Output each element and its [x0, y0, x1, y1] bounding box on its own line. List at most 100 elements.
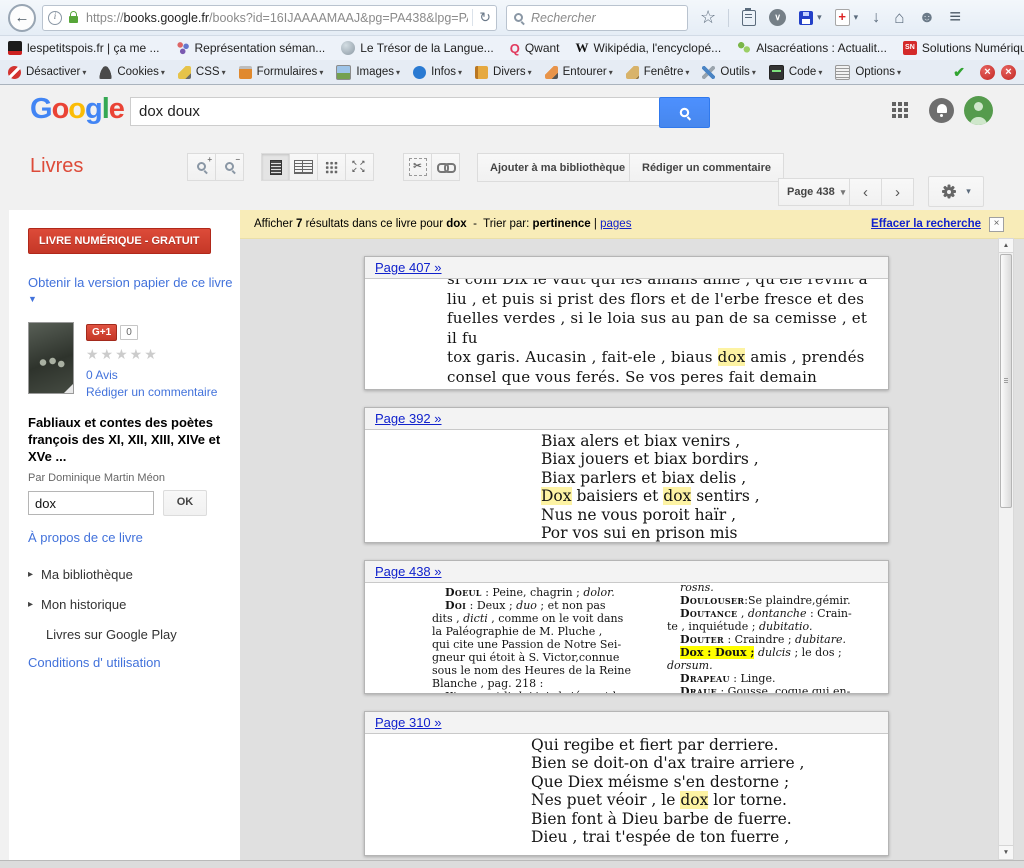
bookmark-item[interactable]: Le Trésor de la Langue...: [341, 41, 493, 55]
js-errors-icon[interactable]: ×: [1001, 65, 1016, 80]
vertical-scrollbar[interactable]: ▲ ▼: [998, 238, 1014, 860]
search-in-book-ok-button[interactable]: OK: [163, 490, 207, 516]
previous-page-button[interactable]: ‹: [849, 178, 882, 206]
account-avatar[interactable]: [964, 96, 993, 125]
toolbar-separator: [728, 9, 729, 27]
feedback-smiley-icon[interactable]: ☻: [918, 9, 935, 27]
fullscreen-button[interactable]: ↖↗↙↘: [345, 153, 374, 181]
bookmark-item[interactable]: QQwant: [510, 41, 560, 56]
close-notice-button[interactable]: ×: [989, 217, 1004, 232]
add-to-library-button[interactable]: Ajouter à ma bibliothèque: [477, 153, 638, 182]
search-in-book-input[interactable]: [28, 491, 154, 515]
devtoolbar-menu-cookies[interactable]: Cookies▾: [99, 66, 165, 79]
google-apps-grid-icon[interactable]: [892, 102, 910, 120]
rating-stars[interactable]: ★★★★★: [86, 346, 217, 363]
google-search-input[interactable]: dox doux: [130, 97, 661, 126]
devtoolbar-menu-entourer[interactable]: Entourer▾: [545, 66, 613, 79]
url-bar[interactable]: https://books.google.fr/books?id=16IJAAA…: [42, 5, 497, 31]
free-ebook-button[interactable]: LIVRE NUMÉRIQUE - GRATUIT: [28, 228, 211, 254]
zoom-in-button[interactable]: +: [187, 153, 216, 181]
sidebar-item-label: Ma bibliothèque: [41, 567, 133, 582]
clip-link-group: ✂: [404, 153, 460, 181]
sidebar-item-google-play[interactable]: Livres sur Google Play: [46, 627, 240, 642]
sidebar-item-my-library[interactable]: ▸ Ma bibliothèque: [28, 567, 240, 582]
validation-check-icon[interactable]: ✔: [953, 64, 965, 81]
devtoolbar-menu-code[interactable]: Code▾: [769, 65, 823, 80]
web-developer-toolbar: Désactiver▾ Cookies▾ CSS▾ Formulaires▾ Image…: [0, 60, 1024, 85]
scroll-up-arrow[interactable]: ▲: [999, 239, 1013, 253]
get-print-version-link[interactable]: Obtenir la version papier de ce livre ▼: [28, 275, 240, 305]
result-page-link[interactable]: Page 310 »: [375, 715, 442, 730]
write-review-button[interactable]: Rédiger un commentaire: [629, 153, 784, 182]
bookmark-item[interactable]: Alsacréations : Actualit...: [737, 41, 887, 55]
css-errors-icon[interactable]: ×: [980, 65, 995, 80]
result-snippet[interactable]: Qui regibe et fiert par derriere.Bien se…: [365, 734, 888, 855]
about-this-book-link[interactable]: À propos de ce livre: [28, 530, 240, 545]
pocket-icon[interactable]: ∨: [769, 9, 786, 26]
clip-button[interactable]: ✂: [403, 153, 432, 181]
clear-search-link[interactable]: Effacer la recherche: [871, 218, 981, 230]
devtoolbar-menu-outils[interactable]: Outils▾: [702, 66, 755, 79]
menu-icon[interactable]: ≡: [949, 6, 960, 29]
next-page-button[interactable]: ›: [881, 178, 914, 206]
triangle-right-icon: ▸: [28, 569, 33, 580]
result-snippet[interactable]: si com Dix le vaut qui les amans aime , …: [365, 279, 888, 389]
reviews-link[interactable]: 0 Avis: [86, 368, 217, 382]
devtoolbar-menu-infos[interactable]: Infos▾: [413, 66, 462, 79]
single-page-view-button[interactable]: [261, 153, 290, 181]
reading-list-icon[interactable]: [742, 10, 756, 26]
page-selector-dropdown[interactable]: Page 438 ▾: [778, 178, 854, 206]
scrollbar-thumb[interactable]: [1000, 254, 1012, 508]
medical-cross-addon-icon[interactable]: +: [835, 9, 850, 26]
page-info-icon[interactable]: [48, 11, 62, 25]
devtoolbar-menu-divers[interactable]: Divers▾: [475, 66, 532, 79]
devtoolbar-menu-options[interactable]: Options▾: [835, 65, 901, 80]
bookmark-item[interactable]: SNSolutions Numériques ...: [903, 41, 1024, 55]
book-author: Par Dominique Martin Méon: [28, 472, 240, 484]
globe-icon: [341, 41, 355, 55]
product-name[interactable]: Livres: [30, 155, 83, 178]
downloads-icon[interactable]: ↓: [872, 9, 880, 27]
snippet-line: gneur qui étoit à S. Victor,connue: [432, 651, 664, 664]
devtoolbar-menu-d-sactiver[interactable]: Désactiver▾: [8, 66, 86, 79]
code-icon: [769, 65, 784, 80]
back-button[interactable]: ←: [8, 4, 36, 32]
settings-button[interactable]: ▾: [928, 176, 984, 207]
result-snippet[interactable]: Doeul : Peine, chagrin ; dolor.Doi : Deu…: [365, 583, 888, 693]
snippet-line: Blanche , pag. 218 :: [432, 677, 664, 690]
save-dropdown-caret[interactable]: ▾: [817, 12, 822, 23]
browser-search-field[interactable]: Rechercher: [506, 5, 688, 31]
addon-dropdown-caret[interactable]: ▾: [854, 12, 859, 23]
zoom-out-button[interactable]: −: [215, 153, 244, 181]
two-page-view-button[interactable]: [289, 153, 318, 181]
book-cover-thumbnail[interactable]: [28, 322, 74, 394]
result-page-link[interactable]: Page 392 »: [375, 411, 442, 426]
result-page-link[interactable]: Page 407 »: [375, 260, 442, 275]
scroll-down-arrow[interactable]: ▼: [999, 845, 1013, 859]
bookmark-star-icon[interactable]: ☆: [700, 7, 716, 28]
google-logo[interactable]: Google: [30, 93, 124, 126]
reload-button[interactable]: ↻: [472, 9, 491, 26]
devtoolbar-menu-fen-tre[interactable]: Fenêtre▾: [626, 66, 690, 79]
thumbnail-view-button[interactable]: [317, 153, 346, 181]
bookmark-item[interactable]: lespetitspois.fr | ça me ...: [8, 41, 160, 55]
notifications-bell-icon[interactable]: [929, 98, 954, 123]
link-button[interactable]: [431, 153, 460, 181]
google-search-button[interactable]: [659, 97, 710, 128]
options-icon: [835, 65, 850, 80]
home-icon[interactable]: ⌂: [894, 8, 904, 28]
gplus-button[interactable]: G+1: [86, 324, 117, 341]
sort-by-pages-link[interactable]: pages: [600, 218, 631, 230]
bookmark-item[interactable]: WWikipédia, l'encyclopé...: [576, 40, 722, 56]
save-page-icon[interactable]: [799, 11, 813, 25]
result-page-link[interactable]: Page 438 »: [375, 564, 442, 579]
devtoolbar-menu-images[interactable]: Images▾: [336, 65, 400, 80]
devtoolbar-menu-css[interactable]: CSS▾: [178, 66, 226, 79]
bookmark-item[interactable]: Représentation séman...: [176, 41, 326, 55]
devtoolbar-menu-formulaires[interactable]: Formulaires▾: [239, 66, 324, 79]
result-snippet[interactable]: Biax alers et biax venirs ,Biax jouers e…: [365, 430, 888, 542]
terms-of-use-link[interactable]: Conditions d' utilisation: [28, 655, 240, 670]
write-review-link[interactable]: Rédiger un commentaire: [86, 385, 217, 399]
triangle-right-icon: ▸: [28, 599, 33, 610]
sidebar-item-my-history[interactable]: ▸ Mon historique: [28, 597, 240, 612]
